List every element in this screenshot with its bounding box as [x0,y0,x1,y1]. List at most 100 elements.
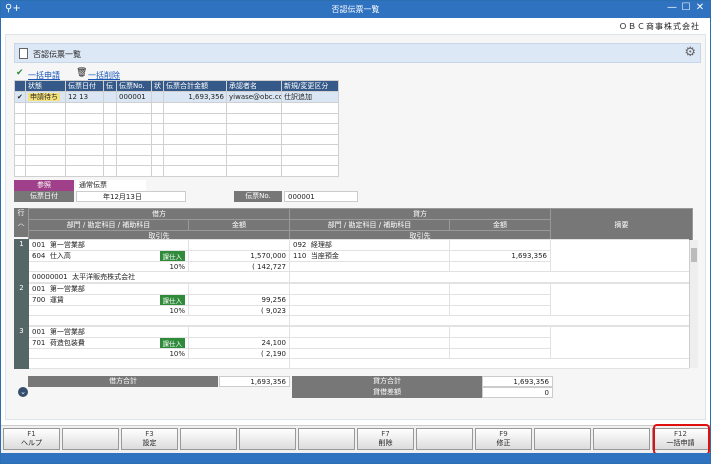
maximize-icon[interactable]: ☐ [679,2,693,13]
date-label: 伝票日付 [14,191,74,202]
memo-cell[interactable] [550,239,689,272]
column-header[interactable]: 伝票合計金額 [163,80,227,92]
fkey-button-7[interactable]: F7 削除 [357,428,414,450]
credit-dept-code: 092 [293,241,307,249]
date-value[interactable]: 年12月13日 [76,191,186,202]
credit-total-label: 貸方合計 [292,376,482,387]
journal-line[interactable]: 3 001 第一営業部 701 荷造包装費 課仕入 24,100 10%( 2,190 [14,326,689,369]
empty-row [14,165,339,177]
check-icon: ✔ [16,68,24,78]
minimize-icon[interactable]: — [665,2,679,13]
fkey-button-11[interactable] [593,428,650,450]
memo-cell[interactable] [550,283,689,316]
no-value[interactable]: 000001 [284,191,358,202]
fkey-button-8[interactable] [416,428,473,450]
debit-dept-code: 001 [32,328,46,336]
fkey-number: F7 [381,430,390,438]
fkey-label: 削除 [378,439,393,447]
partner-name: 太平洋販売株式会社 [72,273,136,281]
column-header[interactable]: 伝票No. [116,80,152,92]
collapse-icon[interactable]: ︿ [18,219,25,227]
tax-amount: ( 9,023 [188,305,290,316]
debit-dept-code: 001 [32,285,46,293]
tax-rate: 10% [28,261,189,272]
fkey-button-9[interactable]: F9 修正 [475,428,532,450]
main-panel: 否認伝票一覧 ⚙ ✔ 一括申請 🗑 一括削除 状態 伝票日付伝伝票No. 状伝票合計… [5,34,706,420]
empty-row [14,144,339,156]
column-header[interactable]: 新規/変更区分 [281,80,339,92]
row-header: 行 [17,209,25,217]
status-bar [1,453,710,463]
credit-total: 1,693,356 [482,376,553,387]
column-header[interactable]: 承認者名 [226,80,282,92]
fkey-label: 修正 [496,439,511,447]
status-badge: 申請待ち [28,93,60,101]
fkey-button-2[interactable] [62,428,119,450]
column-header[interactable]: 伝票日付 [65,80,104,92]
journal-line[interactable]: 2 001 第一営業部 700 運賃 課仕入 99,256 10%( 9,023 [14,283,689,326]
highlight-box [653,424,710,455]
fkey-button-4[interactable] [180,428,237,450]
fkey-button-5[interactable] [239,428,296,450]
credit-amount: 1,693,356 [449,250,551,262]
gear-icon[interactable]: ⚙ [684,45,696,60]
debit-amount: 24,100 [188,337,290,349]
debit-account-code: 700 [32,296,46,304]
expand-icon[interactable]: ⌄ [18,387,28,397]
empty-row [14,112,339,124]
memo-cell[interactable] [550,326,689,359]
fkey-number: F1 [27,430,36,438]
column-header[interactable] [14,80,26,92]
scroll-thumb[interactable] [691,248,697,262]
fkey-label: ヘルプ [21,439,42,447]
debit-dept-name: 第一営業部 [49,241,85,249]
scrollbar[interactable] [689,240,698,368]
tax-amount: ( 2,190 [188,348,290,359]
window-title: 否認伝票一覧 [331,5,380,14]
column-header[interactable]: 状 [151,80,164,92]
credit-amount [449,294,551,306]
debit-dept-header: 部門 / 勘定科目 / 補助科目 [28,219,189,231]
column-header[interactable]: 状態 [25,80,66,92]
close-icon[interactable]: ✕ [693,2,707,13]
debit-amount-header: 金額 [188,219,290,231]
credit-amount-header: 金額 [449,219,551,231]
fkey-button-3[interactable]: F3 設定 [121,428,178,450]
debit-total-label: 借方合計 [28,376,218,387]
empty-row [14,102,339,114]
cell-approver: yiwase@obc.co.jp [226,91,282,103]
debit-account-name: 運賃 [49,296,64,304]
screen-header: 否認伝票一覧 ⚙ [14,43,701,63]
company-name: ＯＢＣ商事株式会社 [619,22,700,31]
cell-kind: 仕訳追加 [281,91,339,103]
journal-table: 借方 貸方 摘要 部門 / 勘定科目 / 補助科目 金額 部門 / 勘定科目 /… [28,208,693,242]
ref-label: 参照 [14,180,74,191]
credit-account-name: 当座預金 [310,252,339,260]
line-number: 1 [14,239,29,283]
empty-row [14,133,339,145]
partner-code: 00000001 [32,273,68,281]
credit-account-code: 110 [293,252,307,260]
row-checkbox[interactable]: ✔ [14,91,26,103]
debit-header: 借方 [28,208,290,220]
journal-line[interactable]: 1 001 第一営業部 092 経理部 604 仕入高 課仕入 1,570,000 110 … [14,239,689,283]
credit-dept-header: 部門 / 勘定科目 / 補助科目 [289,219,450,231]
diff-value: 0 [482,387,553,398]
fkey-button-1[interactable]: F1 ヘルプ [3,428,60,450]
debit-account-name: 荷造包装費 [49,339,85,347]
page-title: 否認伝票一覧 [33,50,81,59]
tax-rate: 10% [28,348,189,359]
diff-label: 貸借差額 [292,387,482,398]
memo-header: 摘要 [550,208,693,242]
tax-badge: 課仕入 [159,251,185,261]
fkey-button-10[interactable] [534,428,591,450]
app-window: ⚲+ 否認伝票一覧 — ☐ ✕ ＯＢＣ商事株式会社 否認伝票一覧 ⚙ ✔ 一括申… [0,0,711,464]
trash-icon: 🗑 [76,68,88,78]
debit-account-code: 604 [32,252,46,260]
debit-dept-name: 第一営業部 [49,328,85,336]
cell-no: 000001 [116,91,152,103]
fkey-button-6[interactable] [298,428,355,450]
fkey-number: F3 [145,430,154,438]
table-row[interactable]: ✔ 申請待ち 12 13 000001 1,693,356 yiwase@obc… [14,91,339,103]
column-header[interactable]: 伝 [103,80,117,92]
